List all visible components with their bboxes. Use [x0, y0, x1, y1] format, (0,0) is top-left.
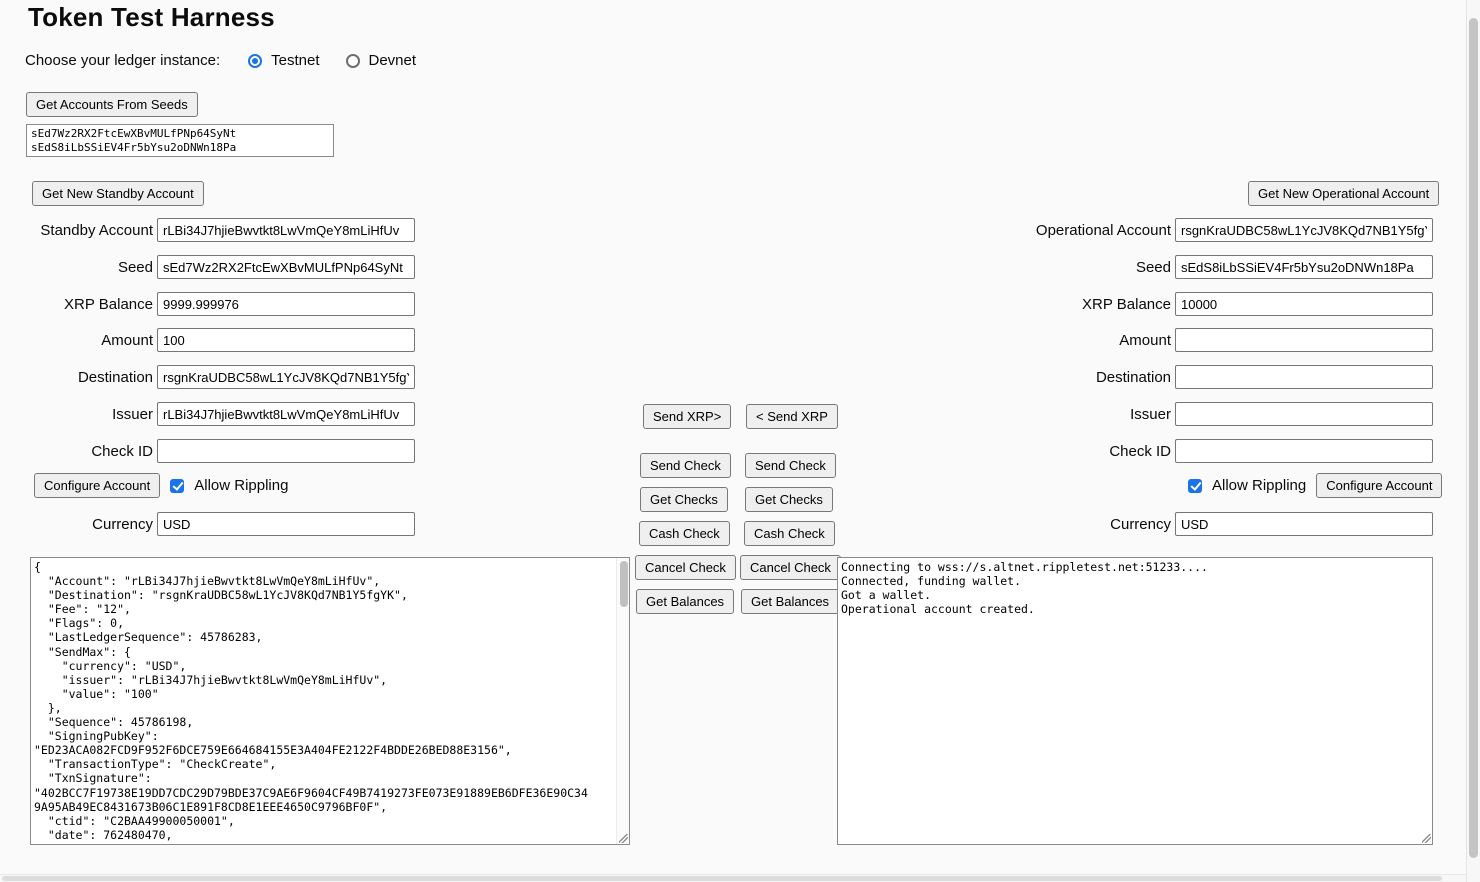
get-new-operational-account-button[interactable]: Get New Operational Account	[1248, 181, 1439, 206]
radio-devnet-icon[interactable]	[346, 54, 360, 68]
standby-check-id-row: Check ID	[0, 439, 415, 463]
get-balances-standby-button[interactable]: Get Balances	[636, 589, 734, 614]
standby-allow-rippling-label: Allow Rippling	[194, 477, 288, 494]
ledger-instance-row: Choose your ledger instance: Testnet Dev…	[25, 52, 442, 69]
cash-check-operational-button[interactable]: Cash Check	[744, 521, 835, 546]
standby-seed-row: Seed	[0, 255, 415, 279]
window-vertical-scrollbar-thumb[interactable]	[1469, 18, 1478, 858]
standby-xrp-balance-input[interactable]	[157, 292, 415, 316]
operational-account-row: Operational Account	[1015, 218, 1433, 242]
send-check-operational-button[interactable]: Send Check	[745, 453, 836, 478]
operational-check-id-label: Check ID	[1015, 443, 1175, 460]
operational-issuer-label: Issuer	[1015, 406, 1175, 423]
standby-results-textarea[interactable]: { "Account": "rLBi34J7hjieBwvtkt8LwVmQeY…	[30, 557, 630, 845]
standby-currency-label: Currency	[0, 516, 157, 533]
send-xrp-operational-button[interactable]: < Send XRP	[746, 404, 838, 429]
radio-devnet[interactable]: Devnet	[346, 52, 417, 69]
standby-currency-row: Currency	[0, 512, 415, 536]
standby-amount-row: Amount	[0, 328, 415, 352]
cancel-check-operational-button[interactable]: Cancel Check	[740, 555, 841, 580]
operational-issuer-input[interactable]	[1175, 402, 1433, 426]
standby-configure-row: Configure Account Allow Rippling	[34, 473, 298, 498]
operational-allow-rippling-checkbox[interactable]	[1188, 479, 1202, 493]
operational-destination-label: Destination	[1015, 369, 1175, 386]
standby-issuer-input[interactable]	[157, 402, 415, 426]
operational-account-input[interactable]	[1175, 218, 1433, 242]
standby-account-input[interactable]	[157, 218, 415, 242]
operational-results-resize-grip[interactable]	[1422, 834, 1431, 843]
send-xrp-standby-button[interactable]: Send XRP>	[643, 404, 731, 429]
standby-amount-label: Amount	[0, 332, 157, 349]
operational-xrp-balance-label: XRP Balance	[1015, 296, 1175, 313]
radio-testnet[interactable]: Testnet	[248, 52, 319, 69]
operational-currency-row: Currency	[1015, 512, 1433, 536]
standby-xrp-balance-label: XRP Balance	[0, 296, 157, 313]
operational-xrp-balance-input[interactable]	[1175, 292, 1433, 316]
standby-issuer-row: Issuer	[0, 402, 415, 426]
standby-amount-input[interactable]	[157, 328, 415, 352]
operational-amount-label: Amount	[1015, 332, 1175, 349]
standby-destination-input[interactable]	[157, 365, 415, 389]
operational-xrp-balance-row: XRP Balance	[1015, 292, 1433, 316]
standby-check-id-input[interactable]	[157, 439, 415, 463]
standby-account-label: Standby Account	[0, 222, 157, 239]
operational-currency-label: Currency	[1015, 516, 1175, 533]
page-title: Token Test Harness	[28, 2, 275, 33]
operational-check-id-row: Check ID	[1015, 439, 1433, 463]
standby-account-row: Standby Account	[0, 218, 415, 242]
operational-currency-input[interactable]	[1175, 512, 1433, 536]
standby-results-scrollbar-thumb[interactable]	[620, 561, 628, 607]
operational-check-id-input[interactable]	[1175, 439, 1433, 463]
get-checks-operational-button[interactable]: Get Checks	[745, 487, 833, 512]
operational-destination-row: Destination	[1015, 365, 1433, 389]
operational-issuer-row: Issuer	[1015, 402, 1433, 426]
standby-xrp-balance-row: XRP Balance	[0, 292, 415, 316]
get-checks-standby-button[interactable]: Get Checks	[640, 487, 728, 512]
cash-check-standby-button[interactable]: Cash Check	[639, 521, 730, 546]
operational-seed-row: Seed	[1015, 255, 1433, 279]
standby-configure-account-button[interactable]: Configure Account	[34, 473, 160, 498]
standby-check-id-label: Check ID	[0, 443, 157, 460]
get-new-standby-account-button[interactable]: Get New Standby Account	[32, 181, 204, 206]
standby-currency-input[interactable]	[157, 512, 415, 536]
operational-destination-input[interactable]	[1175, 365, 1433, 389]
get-balances-operational-button[interactable]: Get Balances	[741, 589, 839, 614]
cancel-check-standby-button[interactable]: Cancel Check	[635, 555, 736, 580]
standby-destination-row: Destination	[0, 365, 415, 389]
standby-destination-label: Destination	[0, 369, 157, 386]
standby-issuer-label: Issuer	[0, 406, 157, 423]
window-horizontal-scrollbar-thumb[interactable]	[2, 876, 1442, 881]
standby-results-scrollbar[interactable]	[616, 558, 629, 844]
token-test-harness-page: Token Test Harness Choose your ledger in…	[0, 0, 1480, 882]
operational-seed-label: Seed	[1015, 259, 1175, 276]
radio-devnet-label[interactable]: Devnet	[369, 52, 417, 69]
window-horizontal-scrollbar[interactable]	[0, 874, 1466, 882]
operational-configure-account-button[interactable]: Configure Account	[1316, 473, 1442, 498]
standby-seed-label: Seed	[0, 259, 157, 276]
standby-seed-input[interactable]	[157, 255, 415, 279]
standby-allow-rippling-checkbox[interactable]	[170, 479, 184, 493]
operational-results-textarea[interactable]: Connecting to wss://s.altnet.rippletest.…	[837, 557, 1433, 845]
get-accounts-from-seeds-button[interactable]: Get Accounts From Seeds	[26, 92, 198, 117]
standby-results-container: { "Account": "rLBi34J7hjieBwvtkt8LwVmQeY…	[30, 557, 630, 845]
standby-results-resize-grip[interactable]	[619, 834, 628, 843]
ledger-instance-label: Choose your ledger instance:	[25, 52, 220, 69]
operational-configure-row: Allow Rippling Configure Account	[1188, 473, 1442, 498]
radio-testnet-label[interactable]: Testnet	[271, 52, 319, 69]
operational-results-container: Connecting to wss://s.altnet.rippletest.…	[837, 557, 1433, 845]
operational-amount-input[interactable]	[1175, 328, 1433, 352]
operational-allow-rippling-label: Allow Rippling	[1212, 477, 1306, 494]
seeds-textarea[interactable]: sEd7Wz2RX2FtcEwXBvMULfPNp64SyNt sEdS8iLb…	[26, 124, 334, 157]
operational-amount-row: Amount	[1015, 328, 1433, 352]
send-check-standby-button[interactable]: Send Check	[640, 453, 731, 478]
operational-seed-input[interactable]	[1175, 255, 1433, 279]
window-vertical-scrollbar[interactable]	[1466, 0, 1480, 882]
radio-testnet-icon[interactable]	[248, 54, 262, 68]
operational-account-label: Operational Account	[1015, 222, 1175, 239]
